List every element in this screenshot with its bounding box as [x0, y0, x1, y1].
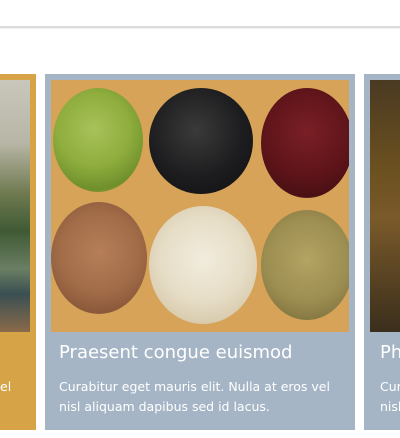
carousel-card-current[interactable]: Praesent congue euismod Curabitur eget m… [45, 74, 355, 430]
red-kidney-beans [261, 88, 349, 198]
card-description: el [0, 379, 12, 394]
carousel-card-next[interactable]: Ph Cur nisl [364, 74, 400, 430]
lentils [261, 210, 349, 320]
pinto-beans [51, 202, 147, 314]
card-title: Praesent congue euismod [59, 342, 293, 363]
card-description: Cur nisl [380, 379, 400, 414]
card-image-beans [51, 80, 349, 332]
black-beans [149, 88, 253, 194]
card-title: Ph [380, 342, 400, 363]
carousel-card-previous[interactable]: el [0, 74, 36, 430]
long-grain-rice [149, 206, 257, 324]
green-split-peas [53, 88, 143, 192]
card-image-beach [0, 80, 30, 332]
header-divider-shadow [0, 28, 400, 29]
card-description: Curabitur eget mauris elit. Nulla at ero… [59, 379, 330, 414]
card-image-person [370, 80, 400, 332]
